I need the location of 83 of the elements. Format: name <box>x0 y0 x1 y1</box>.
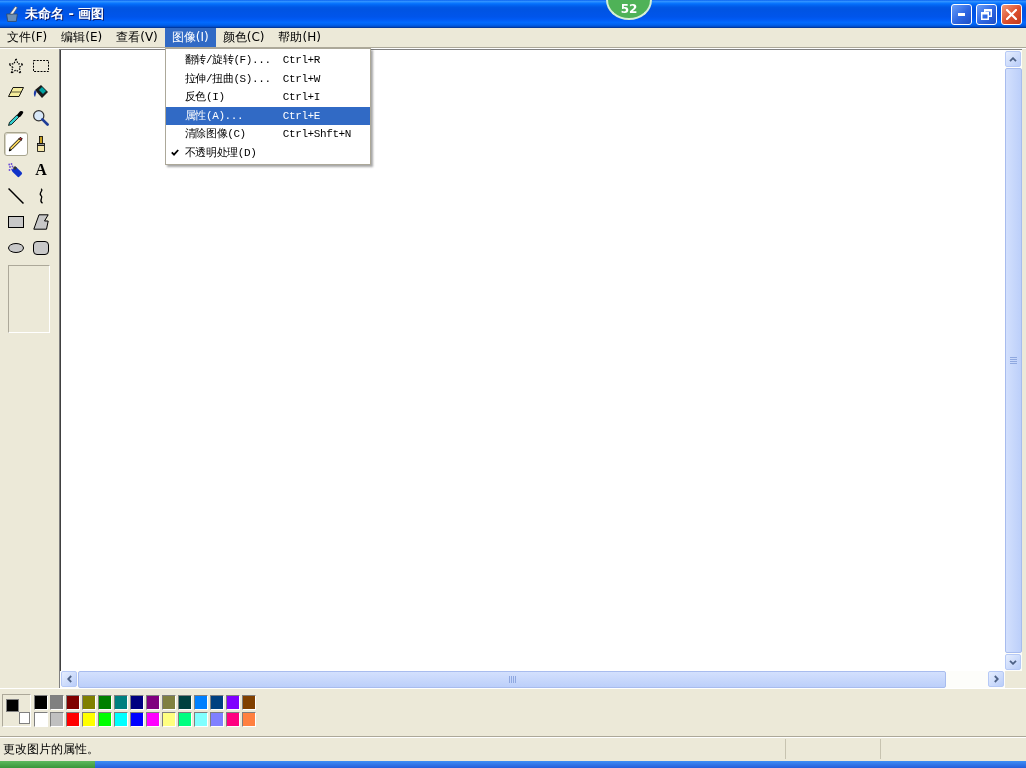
restore-button[interactable] <box>976 3 997 25</box>
menu-bar-item[interactable]: 帮助(H) <box>271 28 328 47</box>
color-swatch-icon[interactable] <box>114 695 128 710</box>
scroll-down-button[interactable] <box>1005 654 1021 670</box>
menu-item[interactable]: 反色(I) Ctrl+I <box>165 88 370 107</box>
color-swatch-icon[interactable] <box>82 712 96 727</box>
eyedropper-icon <box>8 110 24 126</box>
shortcut-text: Ctrl+W <box>282 71 322 87</box>
color-swatch-icon[interactable] <box>130 712 144 727</box>
color-swatch-icon[interactable] <box>50 712 64 727</box>
paint-bucket-icon <box>33 84 49 100</box>
color-swatch-icon[interactable] <box>34 712 48 727</box>
color-swatch-icon[interactable] <box>226 712 240 727</box>
ellipse-icon <box>8 240 24 256</box>
color-swatch-icon[interactable] <box>130 695 144 710</box>
color-swatch-icon[interactable] <box>98 695 112 710</box>
color-swatch-icon[interactable] <box>66 695 80 710</box>
close-button[interactable] <box>1001 3 1022 25</box>
eraser-icon <box>8 84 24 100</box>
color-swatch-icon[interactable] <box>114 712 128 727</box>
scroll-right-button[interactable] <box>988 671 1004 687</box>
text-tool-button[interactable]: A <box>29 158 53 182</box>
foreground-swatch-icon[interactable] <box>6 699 19 712</box>
color-swatch-icon[interactable] <box>34 695 48 710</box>
color-swatch-icon[interactable] <box>178 695 192 710</box>
shortcut-text: Ctrl+Shft+N <box>282 127 352 142</box>
rounded-rectangle-icon <box>33 240 49 256</box>
color-swatch-icon[interactable] <box>66 712 80 727</box>
tool-options-panel <box>8 265 50 333</box>
color-swatch-icon[interactable] <box>82 695 96 710</box>
minimize-icon <box>958 12 965 16</box>
polygon-icon <box>33 214 49 230</box>
shortcut-text: Ctrl+I <box>282 90 321 105</box>
start-button[interactable] <box>0 761 95 768</box>
scroll-up-button[interactable] <box>1005 51 1021 67</box>
background-swatch-icon[interactable] <box>19 712 30 724</box>
window-title: 未命名 - 画图 <box>25 5 105 24</box>
shortcut-text: Ctrl+E <box>282 108 321 124</box>
dashed-star-icon <box>8 58 24 74</box>
pencil-tool-button[interactable] <box>4 132 28 156</box>
close-icon <box>1006 8 1017 20</box>
menu-bar-item[interactable]: 编辑(E) <box>54 28 110 47</box>
color-swatch-icon[interactable] <box>178 712 192 727</box>
menu-item[interactable]: 清除图像(C) Ctrl+Shft+N <box>165 125 370 144</box>
menu-item[interactable]: 属性(A)... Ctrl+E <box>165 106 370 125</box>
chevron-down-icon <box>1009 659 1017 665</box>
minimize-button[interactable] <box>951 3 972 25</box>
color-swatch-icon[interactable] <box>226 695 240 710</box>
color-swatch-icon[interactable] <box>98 712 112 727</box>
chevron-right-icon <box>993 675 999 683</box>
color-swatch-icon[interactable] <box>194 712 208 727</box>
grip-icon <box>1010 357 1017 364</box>
menu-item[interactable]: 翻转/旋转(F)... Ctrl+R <box>165 51 370 70</box>
color-swatch-icon[interactable] <box>162 712 176 727</box>
color-swatch-icon[interactable] <box>194 695 208 710</box>
chevron-up-icon <box>1009 56 1017 62</box>
color-swatch-icon[interactable] <box>210 712 224 727</box>
diagonal-line-icon <box>8 188 24 204</box>
menu-bar-item[interactable]: 查看(V) <box>109 28 165 47</box>
color-swatch-icon[interactable] <box>50 695 64 710</box>
chevron-left-icon <box>66 675 72 683</box>
menu-bar-item[interactable]: 颜色(C) <box>215 28 272 47</box>
grip-icon <box>508 676 516 683</box>
menu-bar-item[interactable]: 文件(F) <box>0 28 55 47</box>
color-swatch-icon[interactable] <box>146 712 160 727</box>
restore-icon <box>981 8 992 20</box>
menu-item[interactable]: 不透明处理(D) <box>165 143 370 162</box>
shortcut-text: Ctrl+R <box>282 53 321 68</box>
color-swatch-icon[interactable] <box>146 695 160 710</box>
status-text: 更改图片的属性。 <box>2 741 100 758</box>
paint-cup-icon <box>4 6 20 22</box>
color-swatch-icon[interactable] <box>210 695 224 710</box>
color-swatch-icon[interactable] <box>162 695 176 710</box>
menu-bar-item[interactable]: 图像(I) <box>164 28 216 47</box>
color-swatch-icon[interactable] <box>242 712 256 727</box>
dashed-rectangle-icon <box>33 58 49 74</box>
menu-item[interactable]: 拉伸/扭曲(S)... Ctrl+W <box>165 69 370 88</box>
color-swatch-icon[interactable] <box>242 695 256 710</box>
scroll-left-button[interactable] <box>61 671 77 687</box>
pencil-icon <box>8 136 24 152</box>
spray-can-icon <box>8 162 24 178</box>
rectangle-icon <box>8 214 24 230</box>
magnifier-icon <box>33 110 49 126</box>
